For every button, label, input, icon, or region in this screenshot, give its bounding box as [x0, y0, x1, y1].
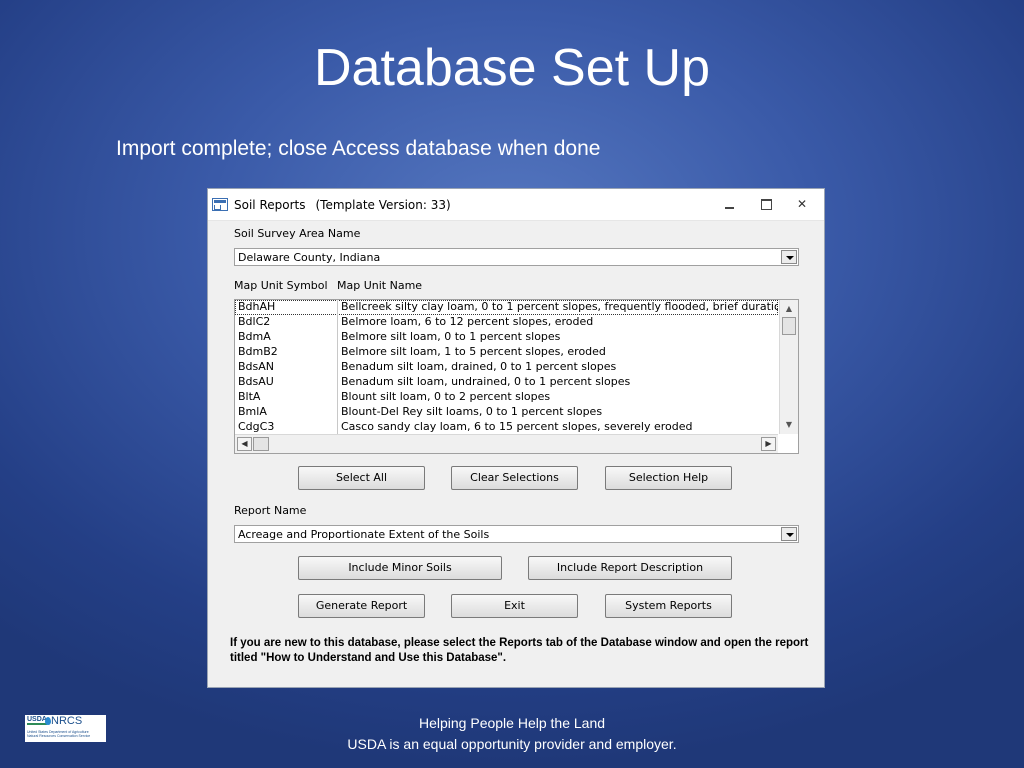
scroll-right-icon[interactable]: ▶ [761, 437, 776, 451]
list-item[interactable]: BdlC2 Belmore loam, 6 to 12 percent slope… [235, 315, 778, 330]
generate-report-button[interactable]: Generate Report [298, 594, 425, 618]
footer-tagline: Helping People Help the Land [418, 715, 606, 731]
map-unit-name: Benadum silt loam, drained, 0 to 1 perce… [341, 360, 617, 373]
list-item[interactable]: BdmB2 Belmore silt loam, 1 to 5 percent s… [235, 345, 778, 360]
map-unit-symbol: BdmA [235, 330, 338, 345]
map-unit-name: Bellcreek silty clay loam, 0 to 1 percen… [341, 300, 778, 313]
list-item[interactable]: BdsAU Benadum silt loam, undrained, 0 to … [235, 375, 778, 390]
report-name-value: Acreage and Proportionate Extent of the … [238, 528, 490, 541]
vertical-scrollbar[interactable]: ▲ ▼ [779, 300, 798, 434]
survey-area-label: Soil Survey Area Name [234, 227, 361, 240]
close-button[interactable]: ✕ [792, 195, 812, 213]
report-name-combo[interactable]: Acreage and Proportionate Extent of the … [234, 525, 799, 543]
scroll-up-icon[interactable]: ▲ [782, 302, 796, 316]
system-reports-button[interactable]: System Reports [605, 594, 732, 618]
maximize-button[interactable] [756, 195, 776, 213]
dialog-titlebar[interactable]: Soil Reports (Template Version: 33) ✕ [208, 189, 824, 221]
horizontal-scroll-thumb[interactable] [253, 437, 269, 451]
map-unit-name: Belmore silt loam, 1 to 5 percent slopes… [341, 345, 606, 358]
exit-button[interactable]: Exit [451, 594, 578, 618]
include-minor-soils-button[interactable]: Include Minor Soils [298, 556, 502, 580]
map-unit-symbol: BdhAH [235, 300, 338, 315]
select-all-button[interactable]: Select All [298, 466, 425, 490]
map-unit-name: Blount silt loam, 0 to 2 percent slopes [341, 390, 551, 403]
map-unit-name: Casco sandy clay loam, 6 to 15 percent s… [341, 420, 693, 433]
map-unit-symbol: BmlA [235, 405, 338, 420]
list-item[interactable]: BltA Blount silt loam, 0 to 2 percent slo… [235, 390, 778, 405]
map-unit-symbol-header: Map Unit Symbol [234, 279, 328, 292]
horizontal-scrollbar[interactable]: ◀ ▶ [235, 434, 778, 453]
list-item[interactable]: BdhAH Bellcreek silty clay loam, 0 to 1 p… [235, 300, 778, 315]
map-unit-symbol: CdgC3 [235, 420, 338, 434]
dialog-title-name: Soil Reports [234, 198, 306, 212]
survey-area-value: Delaware County, Indiana [238, 251, 381, 264]
map-unit-symbol: BdsAU [235, 375, 338, 390]
list-item[interactable]: BdmA Belmore silt loam, 0 to 1 percent sl… [235, 330, 778, 345]
map-unit-listbox[interactable]: BdhAH Bellcreek silty clay loam, 0 to 1 p… [234, 299, 799, 454]
include-report-description-button[interactable]: Include Report Description [528, 556, 732, 580]
map-unit-symbol: BdlC2 [235, 315, 338, 330]
footer-disclaimer: USDA is an equal opportunity provider an… [347, 736, 677, 752]
map-unit-name: Belmore silt loam, 0 to 1 percent slopes [341, 330, 561, 343]
survey-area-dropdown-icon[interactable] [781, 250, 797, 264]
selection-help-button[interactable]: Selection Help [605, 466, 732, 490]
slide-subtitle: Import complete; close Access database w… [116, 137, 601, 160]
dialog-title-version: (Template Version: 33) [315, 198, 451, 212]
map-unit-name-header: Map Unit Name [337, 279, 423, 292]
list-item[interactable]: BdsAN Benadum silt loam, drained, 0 to 1 … [235, 360, 778, 375]
dialog-title: Soil Reports (Template Version: 33) [234, 198, 451, 212]
survey-area-combo[interactable]: Delaware County, Indiana [234, 248, 799, 266]
scroll-down-icon[interactable]: ▼ [782, 418, 796, 432]
report-name-label: Report Name [234, 504, 307, 517]
soil-reports-dialog: Soil Reports (Template Version: 33) ✕ Soi… [207, 188, 825, 688]
list-item[interactable]: BmlA Blount-Del Rey silt loams, 0 to 1 pe… [235, 405, 778, 420]
clear-selections-button[interactable]: Clear Selections [451, 466, 578, 490]
map-unit-symbol: BltA [235, 390, 338, 405]
minimize-button[interactable] [720, 195, 740, 213]
vertical-scroll-thumb[interactable] [782, 317, 796, 335]
map-unit-name: Belmore loam, 6 to 12 percent slopes, er… [341, 315, 594, 328]
footer: Helping People Help the Land USDA is an … [0, 713, 1024, 755]
map-unit-rows: BdhAH Bellcreek silty clay loam, 0 to 1 p… [235, 300, 778, 434]
map-unit-name: Benadum silt loam, undrained, 0 to 1 per… [341, 375, 631, 388]
scroll-left-icon[interactable]: ◀ [237, 437, 252, 451]
map-unit-name: Blount-Del Rey silt loams, 0 to 1 percen… [341, 405, 603, 418]
map-unit-symbol: BdsAN [235, 360, 338, 375]
report-name-dropdown-icon[interactable] [781, 527, 797, 541]
help-note: If you are new to this database, please … [230, 637, 809, 664]
slide-title: Database Set Up [313, 39, 711, 97]
form-icon [212, 198, 228, 211]
list-item[interactable]: CdgC3 Casco sandy clay loam, 6 to 15 perc… [235, 420, 778, 434]
map-unit-symbol: BdmB2 [235, 345, 338, 360]
